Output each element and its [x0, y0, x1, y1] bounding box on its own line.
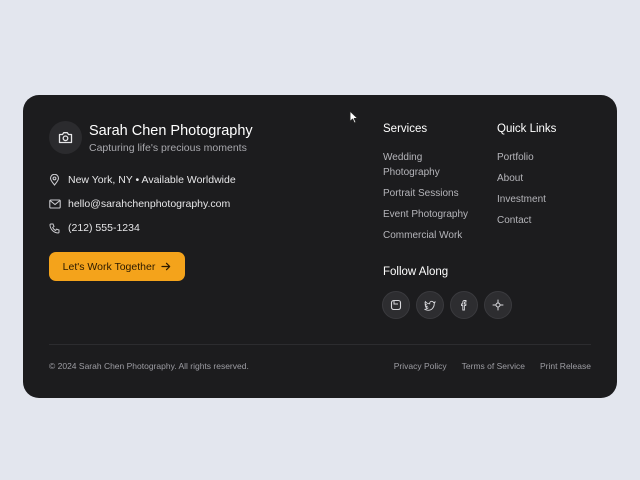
facebook-icon[interactable] — [450, 291, 478, 319]
mouse-cursor-icon — [349, 110, 359, 129]
phone-link[interactable]: (212) 555-1234 — [68, 222, 140, 234]
email-link[interactable]: hello@sarahchenphotography.com — [68, 198, 230, 210]
services-link-wedding[interactable]: Wedding — [383, 150, 422, 166]
services-heading: Services — [383, 123, 428, 135]
instagram-icon[interactable] — [382, 291, 410, 319]
arrow-right-icon — [161, 262, 171, 271]
site-footer: Sarah Chen Photography Capturing life's … — [23, 95, 617, 398]
terms-of-service-link[interactable]: Terms of Service — [462, 361, 525, 371]
map-pin-icon — [49, 174, 63, 186]
services-link-portrait[interactable]: Portrait Sessions — [383, 186, 459, 202]
quick-link-about[interactable]: About — [497, 171, 523, 187]
print-release-link[interactable]: Print Release — [540, 361, 591, 371]
quick-link-portfolio[interactable]: Portfolio — [497, 150, 534, 166]
location-text: New York, NY • Available Worldwide — [68, 174, 236, 186]
camera-icon — [49, 121, 82, 154]
copyright-text: © 2024 Sarah Chen Photography. All right… — [49, 361, 249, 371]
contact-info: New York, NY • Available Worldwide hello… — [49, 168, 236, 240]
phone-icon — [49, 223, 63, 234]
cta-label: Let's Work Together — [62, 260, 156, 273]
mail-icon — [49, 199, 63, 209]
phone-row[interactable]: (212) 555-1234 — [49, 216, 236, 240]
email-row[interactable]: hello@sarahchenphotography.com — [49, 192, 236, 216]
pinterest-icon[interactable] — [484, 291, 512, 319]
quick-links-heading: Quick Links — [497, 123, 557, 135]
quick-link-investment[interactable]: Investment — [497, 192, 546, 208]
services-link-commercial[interactable]: Commercial Work — [383, 228, 462, 244]
services-link-event[interactable]: Event Photography — [383, 207, 468, 223]
twitter-icon[interactable] — [416, 291, 444, 319]
social-links — [382, 291, 518, 319]
brand-name[interactable]: Sarah Chen Photography — [89, 123, 253, 139]
services-link-wedding-line2[interactable]: Photography — [383, 165, 440, 181]
privacy-policy-link[interactable]: Privacy Policy — [394, 361, 447, 371]
location-row: New York, NY • Available Worldwide — [49, 168, 236, 192]
quick-link-contact[interactable]: Contact — [497, 213, 531, 229]
follow-heading: Follow Along — [383, 266, 449, 278]
footer-divider — [49, 344, 591, 345]
brand-tagline: Capturing life's precious moments — [89, 142, 247, 154]
legal-links: Privacy Policy Terms of Service Print Re… — [379, 361, 591, 371]
lets-work-together-button[interactable]: Let's Work Together — [49, 252, 185, 281]
